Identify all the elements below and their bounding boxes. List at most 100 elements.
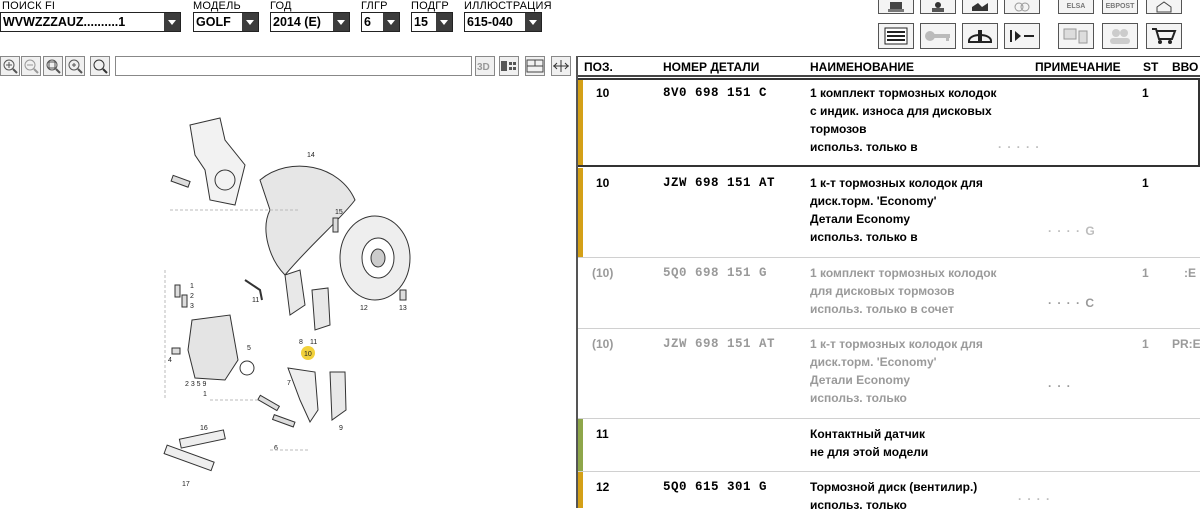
zoom-area-icon xyxy=(46,59,61,74)
chevron-down-icon[interactable] xyxy=(436,13,452,31)
grease-tube-16[interactable]: 16 xyxy=(178,425,226,449)
monitor-button[interactable] xyxy=(1058,23,1094,49)
year-value: 2014 (E) xyxy=(273,15,321,29)
guide-bolts[interactable]: 1 2 3 xyxy=(174,283,194,310)
search-icon xyxy=(93,59,108,74)
table-row[interactable]: 10 8V0 698 151 C 1 комплект тормозных ко… xyxy=(578,78,1200,167)
header-note[interactable]: ПРИМЕЧАНИЕ xyxy=(1035,60,1121,74)
home-button[interactable] xyxy=(1146,0,1182,14)
cart-button[interactable] xyxy=(1146,23,1182,49)
header-pos[interactable]: ПОЗ. xyxy=(584,60,613,74)
toggle-layers-button[interactable] xyxy=(499,56,519,76)
bolt-part-15[interactable]: 15 xyxy=(332,209,343,233)
table-row[interactable]: 12 5Q0 615 301 G Тормозной диск (вентили… xyxy=(578,472,1200,512)
table-row[interactable]: 10 JZW 698 151 AT 1 к-т тормозных колодо… xyxy=(578,168,1200,258)
person-icon xyxy=(932,1,944,12)
zoom-out-button[interactable] xyxy=(21,56,41,76)
row-name: Контактный датчик не для этой модели xyxy=(810,425,928,461)
row-name: 1 к-т тормозных колодок для диск.торм. '… xyxy=(810,174,983,246)
label-2: 2 xyxy=(190,293,194,300)
main-group-label: ГЛГР xyxy=(361,0,388,12)
row-pos: 12 xyxy=(596,480,610,494)
search-fi-dropdown[interactable]: WVWZZZAUZ..........1 xyxy=(0,12,181,32)
brake-pads[interactable]: 8 11 10 xyxy=(284,269,331,360)
key-button[interactable] xyxy=(920,23,956,49)
row-name-line: использ. только в сочет xyxy=(810,302,954,316)
elsa-button[interactable]: ELSA xyxy=(1058,0,1094,14)
play-step-button[interactable] xyxy=(1004,23,1040,49)
car-lift-icon xyxy=(968,30,992,43)
row-name-line: использ. только xyxy=(810,391,907,405)
label-12: 12 xyxy=(360,305,368,312)
row-name-line: с индик. износа для дисковых xyxy=(810,104,992,118)
printer-button[interactable] xyxy=(878,0,914,14)
list-view-button[interactable] xyxy=(878,23,914,49)
header-st[interactable]: ST xyxy=(1143,60,1158,74)
illustration-dropdown[interactable]: 615-040 xyxy=(464,12,542,32)
expand-view-button[interactable] xyxy=(551,56,571,76)
row-name-line: Тормозной диск (вентилир.) xyxy=(810,480,978,494)
row-extra: :E xyxy=(1184,266,1196,280)
subgroup-dropdown[interactable]: 15 xyxy=(411,12,453,32)
brake-assembly-diagram: 14 15 12 13 1 2 3 11 8 11 10 4 2 3 5 9 1… xyxy=(163,117,411,488)
search-input[interactable] xyxy=(115,56,472,76)
label-1-bottom: 1 xyxy=(203,391,207,398)
brake-caliper[interactable]: 4 2 3 5 9 1 xyxy=(168,314,239,398)
view-3d-button[interactable]: 3D xyxy=(475,56,495,76)
handshake-button[interactable] xyxy=(962,0,998,14)
zoom-fit-button[interactable] xyxy=(65,56,85,76)
label-17: 17 xyxy=(182,481,190,488)
row-name-line: 1 комплект тормозных колодок xyxy=(810,266,997,280)
bracket[interactable]: 7 xyxy=(287,367,319,424)
grease-tube-17[interactable]: 17 xyxy=(163,444,215,488)
table-row[interactable]: (10) JZW 698 151 AT 1 к-т тормозных коло… xyxy=(578,329,1200,419)
chevron-down-icon[interactable] xyxy=(333,13,349,31)
car-lift-button[interactable] xyxy=(962,23,998,49)
chevron-down-icon[interactable] xyxy=(525,13,541,31)
main-group-dropdown[interactable]: 6 xyxy=(361,12,400,32)
header-name[interactable]: НАИМЕНОВАНИЕ xyxy=(810,60,914,74)
bolt-part-1[interactable] xyxy=(170,174,191,188)
row-note: · · · · xyxy=(1018,492,1051,506)
play-step-icon xyxy=(1010,30,1034,42)
steering-knuckle[interactable] xyxy=(189,117,246,206)
table-row[interactable]: 11 Контактный датчик не для этой модели xyxy=(578,419,1200,472)
piston-seal[interactable]: 5 xyxy=(239,345,255,376)
parts-table-header: ПОЗ. НОМЕР ДЕТАЛИ НАИМЕНОВАНИЕ ПРИМЕЧАНИ… xyxy=(578,56,1200,77)
label-8: 8 xyxy=(299,339,303,346)
label-2359: 2 3 5 9 xyxy=(185,381,207,388)
ebpost-button[interactable]: EBPOST xyxy=(1102,0,1138,14)
zoom-in-button[interactable] xyxy=(0,56,20,76)
search-button[interactable] xyxy=(90,56,110,76)
guide-pins[interactable]: 6 xyxy=(257,394,296,452)
row-pos: (10) xyxy=(592,337,614,351)
zoom-area-button[interactable] xyxy=(43,56,63,76)
pair-button[interactable] xyxy=(1004,0,1040,14)
label-16: 16 xyxy=(200,425,208,432)
anti-rattle-plate[interactable]: 9 xyxy=(329,371,347,432)
users-button[interactable] xyxy=(1102,23,1138,49)
person-print-button[interactable] xyxy=(920,0,956,14)
split-view-button[interactable] xyxy=(525,56,545,76)
row-name: 1 к-т тормозных колодок для диск.торм. '… xyxy=(810,335,983,407)
header-part-number[interactable]: НОМЕР ДЕТАЛИ xyxy=(663,60,759,74)
chevron-down-icon[interactable] xyxy=(242,13,258,31)
row-name-line: использ. только xyxy=(810,498,907,512)
label-10: 10 xyxy=(304,351,312,358)
row-name: 1 комплект тормозных колодок с индик. из… xyxy=(810,84,997,156)
row-pos: 11 xyxy=(596,427,609,441)
row-part-number: 5Q0 698 151 G xyxy=(663,266,768,280)
wear-sensor[interactable]: 11 xyxy=(244,279,263,304)
row-note: · · · xyxy=(1048,379,1072,393)
chevron-down-icon[interactable] xyxy=(164,13,180,31)
chevron-down-icon[interactable] xyxy=(383,13,399,31)
row-name: Тормозной диск (вентилир.) использ. толь… xyxy=(810,478,977,514)
row-part-number: 8V0 698 151 C xyxy=(663,86,768,100)
home-icon xyxy=(1156,0,1172,12)
year-dropdown[interactable]: 2014 (E) xyxy=(270,12,350,32)
model-dropdown[interactable]: GOLF xyxy=(193,12,259,32)
cart-icon xyxy=(1152,28,1177,44)
table-row[interactable]: (10) 5Q0 698 151 G 1 комплект тормозных … xyxy=(578,258,1200,329)
screw-part-13[interactable]: 13 xyxy=(399,289,407,312)
header-vvo[interactable]: ВВО xyxy=(1172,60,1198,74)
